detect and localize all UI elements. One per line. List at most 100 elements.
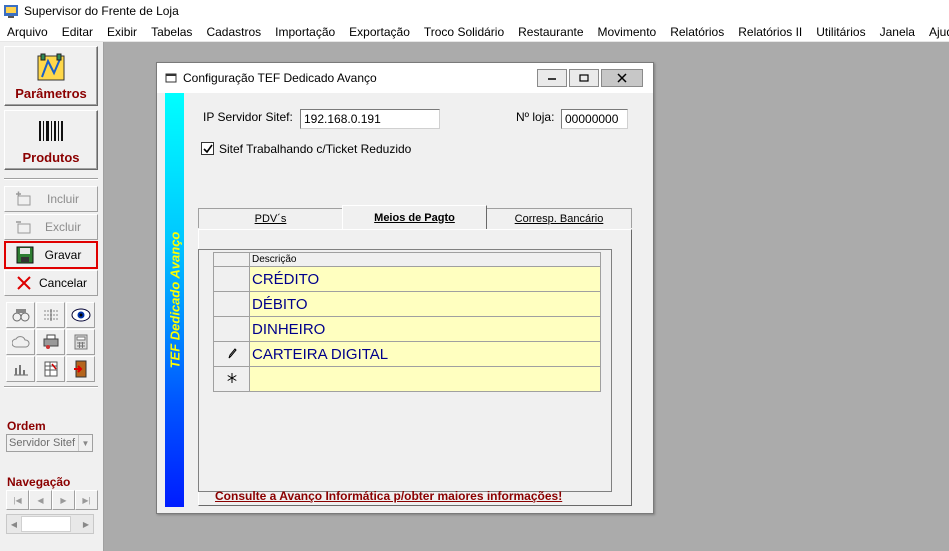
filter-button[interactable] <box>36 302 65 328</box>
tab-corresp-label: Corresp. Bancário <box>514 212 604 225</box>
ordem-value: Servidor Sitef <box>9 437 76 449</box>
ip-input[interactable] <box>300 109 440 129</box>
table-cell[interactable] <box>249 366 601 392</box>
sidebar-divider <box>4 178 98 180</box>
calculator-button[interactable] <box>66 329 95 355</box>
exit-door-icon <box>73 360 86 378</box>
binoculars-button[interactable] <box>6 302 35 328</box>
chevron-down-icon[interactable]: ▼ <box>78 435 92 451</box>
menu-bar: Arquivo Editar Exibir Tabelas Cadastros … <box>0 22 949 42</box>
loja-input[interactable] <box>561 109 628 129</box>
scroll-right-icon[interactable]: ▶ <box>79 515 93 533</box>
tab-pdvs[interactable]: PDV´s <box>198 208 343 228</box>
maximize-icon <box>579 74 589 82</box>
nav-prev-button[interactable]: ◀ <box>29 490 52 510</box>
nav-first-button[interactable]: |◀ <box>6 490 29 510</box>
nav-last-button[interactable]: ▶| <box>75 490 98 510</box>
tab-meios-label: Meios de Pagto <box>374 211 455 224</box>
menu-tabelas[interactable]: Tabelas <box>144 22 199 42</box>
binoculars-icon <box>12 309 29 322</box>
tab-pdvs-label: PDV´s <box>254 212 287 225</box>
nav-next-button[interactable]: ▶ <box>52 490 75 510</box>
menu-importacao[interactable]: Importação <box>268 22 342 42</box>
menu-cadastros[interactable]: Cadastros <box>199 22 268 42</box>
import-button[interactable] <box>6 329 35 355</box>
menu-janela[interactable]: Janela <box>873 22 922 42</box>
menu-exibir[interactable]: Exibir <box>100 22 144 42</box>
maximize-button[interactable] <box>569 69 599 87</box>
menu-movimento[interactable]: Movimento <box>591 22 664 42</box>
incluir-label: Incluir <box>46 192 79 206</box>
row-indicator[interactable] <box>213 291 250 317</box>
row-indicator[interactable] <box>213 266 250 292</box>
spreadsheet-button[interactable] <box>36 356 65 382</box>
left-toolbar: Parâmetros Produtos Incluir Excluir Grav… <box>0 42 104 551</box>
payment-table: Descrição CRÉDITO DÉBITO DINHEIRO CARTEI… <box>213 252 601 392</box>
table-row: CARTEIRA DIGITAL <box>213 341 601 367</box>
info-link[interactable]: Consulte a Avanço Informática p/obter ma… <box>215 489 562 503</box>
minimize-button[interactable] <box>537 69 567 87</box>
cancelar-button[interactable]: Cancelar <box>4 270 98 296</box>
dialog-title: Configuração TEF Dedicado Avanço <box>183 71 377 85</box>
brand-stripe: TEF Dedicado Avanço <box>165 93 184 507</box>
table-row: DÉBITO <box>213 291 601 317</box>
cloud-icon <box>11 336 29 348</box>
descricao-column-header[interactable]: Descrição <box>249 252 601 267</box>
menu-relatorios[interactable]: Relatórios <box>663 22 731 42</box>
cancel-icon <box>13 276 35 290</box>
table-header-row: Descrição <box>213 252 601 267</box>
menu-troco-solidario[interactable]: Troco Solidário <box>417 22 511 42</box>
close-button[interactable] <box>601 69 643 87</box>
excluir-button[interactable]: Excluir <box>4 214 98 240</box>
spreadsheet-icon <box>44 361 57 377</box>
new-row-asterisk-icon <box>226 372 237 383</box>
parametros-button[interactable]: Parâmetros <box>4 46 98 106</box>
record-navigator: |◀ ◀ ▶ ▶| <box>6 490 98 510</box>
close-icon <box>617 73 627 83</box>
ticket-reduzido-checkbox[interactable] <box>201 142 214 155</box>
table-cell[interactable]: DINHEIRO <box>249 316 601 342</box>
table-cell[interactable]: DÉBITO <box>249 291 601 317</box>
navigation-scrollbar[interactable]: ◀ ▶ <box>6 514 94 534</box>
printer-icon <box>43 334 58 349</box>
menu-arquivo[interactable]: Arquivo <box>0 22 55 42</box>
save-icon <box>14 246 36 264</box>
tab-corresp-bancario[interactable]: Corresp. Bancário <box>486 208 632 228</box>
table-row: CRÉDITO <box>213 266 601 292</box>
scroll-thumb[interactable] <box>21 516 71 532</box>
menu-utilitarios[interactable]: Utilitários <box>809 22 872 42</box>
calculator-icon <box>74 334 87 350</box>
ordem-select[interactable]: Servidor Sitef ▼ <box>6 434 93 452</box>
sidebar-divider-2 <box>4 386 98 388</box>
table-cell[interactable]: CRÉDITO <box>249 266 601 292</box>
table-row-new <box>213 366 601 392</box>
edit-pencil-icon <box>228 347 237 358</box>
tab-meios-de-pagto[interactable]: Meios de Pagto <box>342 205 487 229</box>
menu-ajuda[interactable]: Ajuda <box>922 22 949 42</box>
payment-grid: Descrição CRÉDITO DÉBITO DINHEIRO CARTEI… <box>198 249 612 492</box>
print-button[interactable] <box>36 329 65 355</box>
exit-button[interactable] <box>66 356 95 382</box>
menu-exportacao[interactable]: Exportação <box>342 22 417 42</box>
scroll-left-icon[interactable]: ◀ <box>7 515 21 533</box>
ip-label: IP Servidor Sitef: <box>203 110 293 124</box>
row-indicator[interactable] <box>213 341 250 367</box>
app-title: Supervisor do Frente de Loja <box>24 4 179 18</box>
tef-config-dialog: Configuração TEF Dedicado Avanço TEF Ded… <box>156 62 654 514</box>
row-indicator[interactable] <box>213 366 250 392</box>
dialog-icon <box>165 73 177 83</box>
view-button[interactable] <box>66 302 95 328</box>
menu-editar[interactable]: Editar <box>55 22 100 42</box>
cancelar-label: Cancelar <box>38 276 88 290</box>
dialog-titlebar: Configuração TEF Dedicado Avanço <box>157 63 653 93</box>
row-indicator[interactable] <box>213 316 250 342</box>
checkmark-icon <box>202 144 213 153</box>
incluir-button[interactable]: Incluir <box>4 186 98 212</box>
menu-restaurante[interactable]: Restaurante <box>511 22 590 42</box>
gravar-button[interactable]: Gravar <box>4 241 98 269</box>
ordem-label: Ordem <box>7 419 46 433</box>
produtos-button[interactable]: Produtos <box>4 110 98 170</box>
table-cell[interactable]: CARTEIRA DIGITAL <box>249 341 601 367</box>
chart-button[interactable] <box>6 356 35 382</box>
menu-relatorios-ii[interactable]: Relatórios II <box>731 22 809 42</box>
